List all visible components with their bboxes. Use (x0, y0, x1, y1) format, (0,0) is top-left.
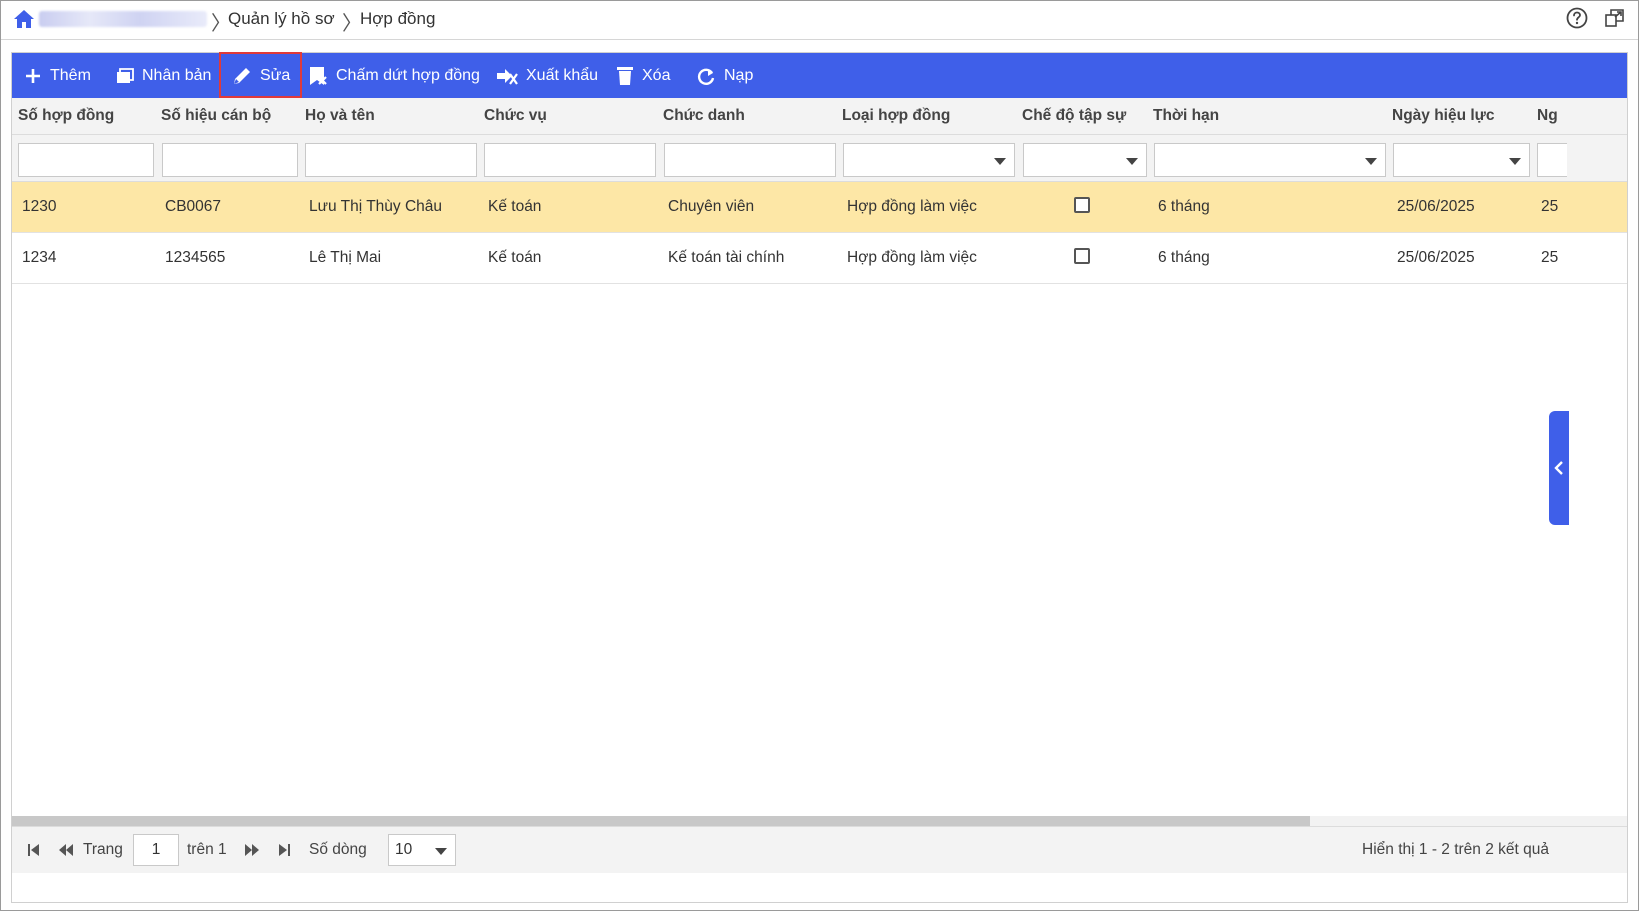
export-button[interactable]: Xuất khẩu (496, 53, 598, 98)
filter-input-title[interactable] (664, 143, 836, 177)
rows-per-page-value: 10 (395, 841, 413, 858)
result-summary: Hiển thị 1 - 2 trên 2 kết quả (1362, 841, 1549, 858)
side-panel-toggle[interactable] (1549, 411, 1569, 525)
export-button-label: Xuất khẩu (526, 66, 599, 84)
chevron-down-icon (994, 158, 1006, 165)
duplicate-button[interactable]: Nhân bản (116, 53, 211, 98)
popout-window-icon[interactable] (1604, 7, 1626, 29)
cell-contract-no: 1234 (22, 249, 57, 266)
help-icon[interactable] (1566, 7, 1588, 29)
filter-select-probation[interactable] (1023, 143, 1147, 177)
last-page-icon[interactable] (276, 842, 292, 858)
filter-select-effective-date[interactable] (1393, 143, 1530, 177)
column-header-title[interactable]: Chức danh (663, 98, 838, 134)
cell-effective-date: 25/06/2025 (1397, 249, 1475, 266)
rows-per-page-label: Số dòng (309, 841, 367, 858)
pencil-icon (234, 67, 250, 84)
cell-next-truncated: 25 (1541, 198, 1559, 215)
trash-icon (617, 66, 633, 85)
cell-duration: 6 tháng (1158, 249, 1210, 266)
table-row[interactable]: 1234 1234565 Lê Thị Mai Kế toán Kế toán … (12, 233, 1627, 284)
filter-select-duration[interactable] (1154, 143, 1386, 177)
toolbar: Thêm Nhân bản Sửa Chấm dứt hợp đồng Xuất… (12, 53, 1627, 98)
previous-page-icon[interactable] (58, 842, 74, 858)
column-header-full-name[interactable]: Họ và tên (305, 98, 480, 134)
cell-effective-date: 25/06/2025 (1397, 198, 1475, 215)
filter-input-next-truncated[interactable] (1537, 143, 1567, 177)
pager: Trang 1 trên 1 Số dòng 10 Hiển thị 1 - 2… (12, 826, 1627, 873)
next-page-icon[interactable] (244, 842, 260, 858)
reload-button-label: Nạp (724, 66, 754, 84)
home-icon[interactable] (13, 9, 35, 29)
table-header: Số hợp đồng Số hiệu cán bộ Họ và tên Chứ… (12, 98, 1627, 135)
plus-icon (26, 68, 40, 83)
cell-full-name: Lê Thị Mai (309, 249, 382, 266)
horizontal-scrollbar-thumb[interactable] (12, 816, 1310, 826)
column-header-position[interactable]: Chức vụ (484, 98, 659, 134)
breadcrumb-item-profile-management[interactable]: Quản lý hồ sơ (228, 9, 335, 29)
probation-checkbox[interactable] (1074, 248, 1090, 264)
column-header-contract-type[interactable]: Loại hợp đồng (842, 98, 1017, 134)
breadcrumb-root-blurred[interactable] (39, 11, 207, 27)
contract-end-icon (310, 66, 327, 85)
filter-input-full-name[interactable] (305, 143, 477, 177)
chevron-down-icon (1365, 158, 1377, 165)
cell-staff-id: 1234565 (165, 249, 226, 266)
horizontal-scrollbar[interactable] (12, 816, 1627, 826)
filter-input-contract-no[interactable] (18, 143, 154, 177)
cell-title: Kế toán tài chính (668, 249, 785, 266)
chevron-down-icon (1509, 158, 1521, 165)
cell-duration: 6 tháng (1158, 198, 1210, 215)
cell-position: Kế toán (488, 198, 542, 215)
filter-select-contract-type[interactable] (843, 143, 1015, 177)
cell-contract-no: 1230 (22, 198, 57, 215)
cell-position: Kế toán (488, 249, 542, 266)
cell-contract-type: Hợp đồng làm việc (847, 249, 977, 266)
terminate-contract-button[interactable]: Chấm dứt hợp đồng (308, 53, 480, 98)
contract-grid-panel: Thêm Nhân bản Sửa Chấm dứt hợp đồng Xuất… (11, 52, 1628, 903)
probation-checkbox[interactable] (1074, 197, 1090, 213)
rows-per-page-select[interactable]: 10 (388, 834, 456, 866)
column-header-contract-no[interactable]: Số hợp đồng (18, 98, 158, 134)
breadcrumb-item-contracts: Hợp đồng (360, 9, 436, 28)
page-total-label: trên 1 (187, 841, 227, 858)
breadcrumb-separator: 〉 (342, 13, 362, 35)
delete-button[interactable]: Xóa (616, 53, 670, 98)
delete-button-label: Xóa (642, 66, 671, 84)
reload-button[interactable]: Nạp (696, 53, 753, 98)
add-button-label: Thêm (50, 66, 91, 84)
cell-title: Chuyên viên (668, 198, 755, 215)
column-header-duration[interactable]: Thời hạn (1153, 98, 1383, 134)
top-bar: 〉 Quản lý hồ sơ 〉 Hợp đồng (1, 1, 1638, 40)
chevron-down-icon (1126, 158, 1138, 165)
page-label: Trang (83, 841, 123, 858)
first-page-icon[interactable] (26, 842, 42, 858)
chevron-down-icon (435, 848, 447, 855)
filter-row (12, 135, 1627, 182)
cell-contract-type: Hợp đồng làm việc (847, 198, 977, 215)
page-number-input[interactable]: 1 (133, 834, 179, 866)
column-header-staff-id[interactable]: Số hiệu cán bộ (161, 98, 301, 134)
terminate-contract-button-label: Chấm dứt hợp đồng (336, 66, 480, 84)
column-header-next-truncated[interactable]: Ng (1537, 98, 1567, 134)
app-window: 〉 Quản lý hồ sơ 〉 Hợp đồng Thêm Nhân bản (0, 0, 1639, 911)
refresh-icon (697, 68, 715, 85)
edit-button[interactable]: Sửa (232, 53, 290, 98)
copy-icon (117, 67, 134, 83)
duplicate-button-label: Nhân bản (142, 66, 212, 84)
cell-staff-id: CB0067 (165, 198, 222, 215)
filter-input-position[interactable] (484, 143, 656, 177)
cell-full-name: Lưu Thị Thùy Châu (309, 198, 443, 215)
chevron-left-icon (1554, 461, 1563, 475)
export-icon (497, 68, 518, 85)
add-button[interactable]: Thêm (24, 53, 91, 98)
column-header-probation[interactable]: Chế độ tập sự (1022, 98, 1148, 134)
edit-button-label: Sửa (260, 66, 291, 84)
table-row[interactable]: 1230 CB0067 Lưu Thị Thùy Châu Kế toán Ch… (12, 182, 1627, 233)
cell-next-truncated: 25 (1541, 249, 1559, 266)
filter-input-staff-id[interactable] (162, 143, 298, 177)
column-header-effective-date[interactable]: Ngày hiệu lực (1392, 98, 1528, 134)
